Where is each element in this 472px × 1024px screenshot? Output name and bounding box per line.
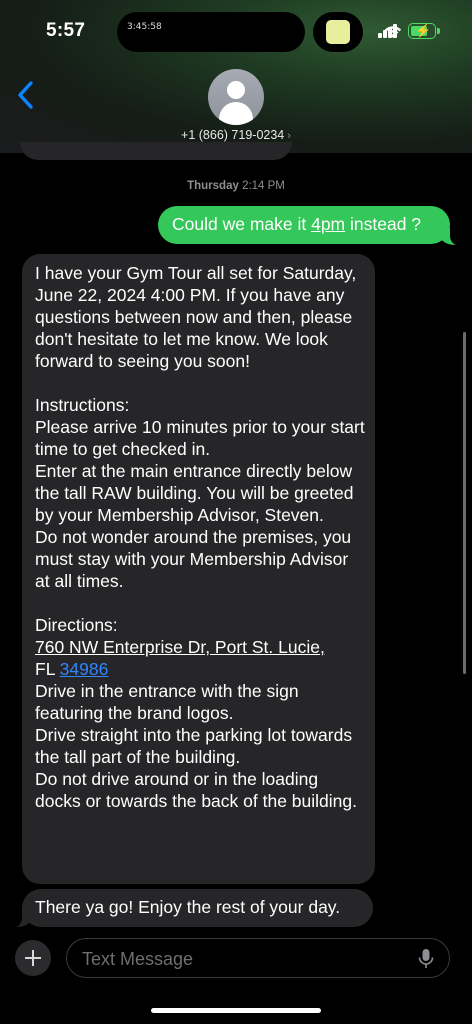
scrollbar[interactable] bbox=[463, 332, 466, 674]
direction-line: Drive straight into the parking lot towa… bbox=[35, 725, 353, 767]
instructions-heading: Instructions: bbox=[35, 395, 130, 415]
zip-code-link[interactable]: 34986 bbox=[60, 659, 109, 679]
contact-avatar[interactable] bbox=[208, 69, 264, 125]
chevron-left-icon[interactable] bbox=[14, 78, 40, 112]
timestamp-time: 2:14 PM bbox=[242, 180, 285, 192]
instruction-line: Do not wonder around the premises, you m… bbox=[35, 527, 352, 591]
dynamic-island-activity[interactable] bbox=[313, 12, 363, 52]
battery-charging-icon: ⚡ bbox=[408, 23, 436, 39]
directions-heading: Directions: bbox=[35, 615, 118, 635]
home-indicator[interactable] bbox=[151, 1008, 321, 1013]
microphone-icon[interactable] bbox=[418, 948, 434, 970]
sent-text-start: Could we make it bbox=[172, 214, 312, 234]
direction-line: Drive in the entrance with the sign feat… bbox=[35, 681, 299, 723]
island-timer: 3:45:58 bbox=[127, 22, 162, 32]
contact-name[interactable]: +1 (866) 719-0234 › bbox=[0, 128, 472, 142]
message-intro: I have your Gym Tour all set for Saturda… bbox=[35, 263, 357, 371]
timestamp-day: Thursday bbox=[187, 180, 239, 192]
message-input[interactable] bbox=[66, 938, 450, 978]
detected-time-link[interactable]: 4pm bbox=[311, 214, 345, 234]
received-message-bubble[interactable]: I have your Gym Tour all set for Saturda… bbox=[22, 254, 375, 884]
instruction-line: Enter at the main entrance directly belo… bbox=[35, 461, 354, 525]
activity-thumbnail-icon bbox=[326, 20, 350, 44]
address-link[interactable]: 760 NW Enterprise Dr, Port St. Lucie, bbox=[35, 637, 325, 657]
direction-line: Do not drive around or in the loading do… bbox=[35, 769, 357, 811]
dynamic-island[interactable]: 3:45:58 bbox=[117, 12, 305, 52]
status-time: 5:57 bbox=[46, 20, 86, 41]
sent-message-bubble[interactable]: Could we make it 4pm instead ? bbox=[158, 206, 450, 244]
message-text-field[interactable] bbox=[80, 947, 404, 971]
sent-text-end: instead ? bbox=[345, 214, 422, 234]
person-icon bbox=[227, 81, 245, 99]
previous-message-bubble[interactable] bbox=[20, 142, 292, 160]
battery-cap bbox=[437, 28, 440, 34]
contact-phone: +1 (866) 719-0234 bbox=[181, 128, 285, 142]
chevron-right-icon: › bbox=[287, 130, 291, 142]
received-text: There ya go! Enjoy the rest of your day. bbox=[35, 897, 341, 917]
received-message-bubble[interactable]: There ya go! Enjoy the rest of your day. bbox=[22, 889, 373, 927]
plus-icon[interactable] bbox=[15, 940, 51, 976]
instruction-line: Please arrive 10 minutes prior to your s… bbox=[35, 417, 365, 459]
wifi-icon bbox=[384, 26, 402, 38]
address-state: FL bbox=[35, 659, 60, 679]
message-timestamp: Thursday 2:14 PM bbox=[0, 180, 472, 192]
